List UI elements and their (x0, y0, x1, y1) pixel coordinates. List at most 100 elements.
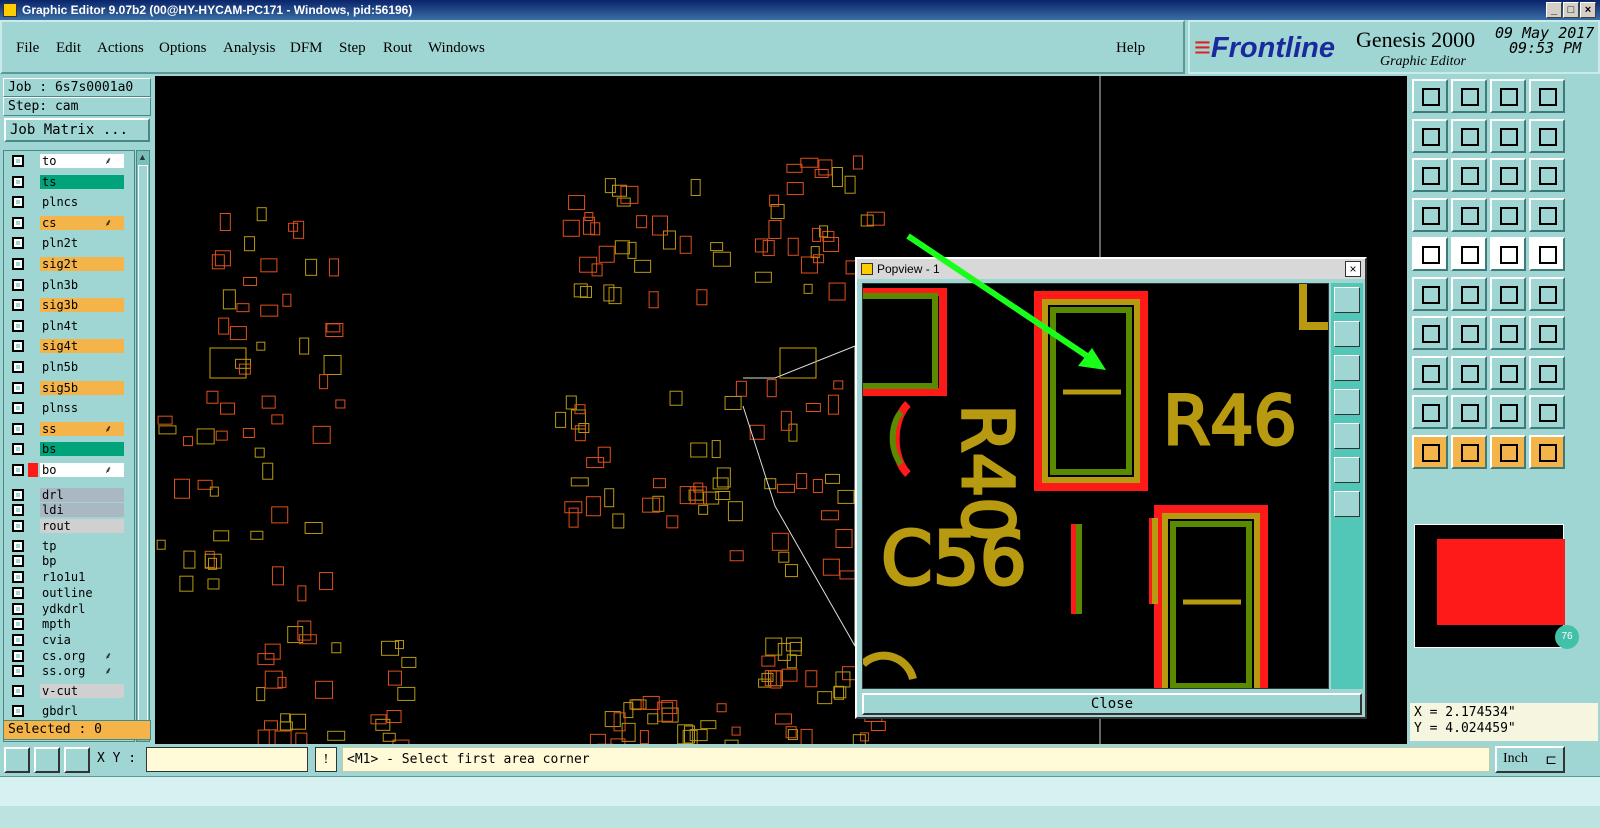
layer-row-cvia[interactable]: cvia (6, 632, 134, 648)
layer-row-bo[interactable]: bo ⸙ (6, 462, 134, 478)
zoom-fit-icon[interactable] (1334, 287, 1360, 313)
layer-checkbox[interactable] (12, 539, 24, 552)
xy-input[interactable] (146, 747, 308, 772)
tool-settings-icon[interactable] (1412, 197, 1448, 232)
diagonal-icon[interactable] (1451, 316, 1487, 350)
popview-close-icon[interactable]: × (1345, 261, 1361, 277)
layer-checkbox[interactable] (12, 402, 24, 415)
layer-checkbox[interactable] (12, 381, 24, 394)
layer-name[interactable]: r1o1u1 (40, 570, 124, 585)
unit-selector[interactable]: Inch ⊏ (1495, 746, 1565, 773)
connect-icon[interactable] (1412, 276, 1448, 311)
pick-red-icon[interactable] (1490, 276, 1526, 311)
layer-checkbox[interactable] (12, 299, 24, 312)
shapes-icon[interactable] (1529, 355, 1565, 390)
layer-row-v-cut[interactable]: v-cut (6, 683, 134, 699)
layer-checkbox[interactable] (12, 258, 24, 270)
layer-name[interactable]: ts (40, 174, 124, 189)
layer-row-r1o1u1[interactable]: r1o1u1 (6, 569, 134, 585)
layer-name[interactable]: bp (40, 554, 124, 569)
layer-checkbox[interactable] (12, 340, 24, 353)
pan-up-icon[interactable] (1334, 321, 1360, 347)
layer-checkbox[interactable] (12, 443, 24, 456)
delta-a-icon[interactable] (1412, 395, 1448, 429)
layer-checkbox[interactable] (12, 216, 24, 229)
menu-rout[interactable]: Rout (383, 40, 412, 57)
measure-icon[interactable] (34, 747, 60, 773)
cross-icon[interactable] (1451, 276, 1487, 311)
layer-name[interactable]: outline (40, 585, 124, 600)
step-icon[interactable] (1529, 434, 1565, 469)
layer-checkbox[interactable] (12, 361, 24, 373)
exclamation-button[interactable]: ! (315, 747, 337, 772)
pan-down-icon[interactable] (1334, 355, 1360, 381)
cut-line-icon[interactable] (1451, 237, 1487, 271)
layer-checkbox[interactable] (12, 175, 24, 188)
layer-checkbox[interactable] (12, 237, 24, 250)
layer-name[interactable]: cvia (40, 632, 124, 647)
layer-checkbox[interactable] (12, 520, 24, 532)
layer-checkbox[interactable] (12, 422, 24, 435)
layer-row-plncs[interactable]: plncs (6, 194, 134, 210)
layer-checkbox[interactable] (12, 586, 24, 599)
menu-edit[interactable]: Edit (56, 40, 81, 57)
layer-checkbox[interactable] (12, 278, 24, 291)
pan-right-icon[interactable] (1334, 423, 1360, 449)
layer-row-ydkdrl[interactable]: ydkdrl (6, 601, 134, 617)
menu-step[interactable]: Step (339, 40, 366, 57)
layer-checkbox[interactable] (12, 602, 24, 615)
layer-name[interactable]: sig2t (40, 257, 124, 271)
layer-row-mpth[interactable]: mpth (6, 616, 134, 632)
layer-row-pln2t[interactable]: pln2t (6, 235, 134, 251)
layer-checkbox[interactable] (12, 555, 24, 568)
delta-d-icon[interactable] (1529, 395, 1565, 429)
menu-analysis[interactable]: Analysis (223, 40, 276, 57)
layer-checkbox[interactable] (12, 319, 24, 332)
layer-row-tp[interactable]: tp (6, 538, 134, 554)
select-point-icon[interactable] (1412, 237, 1448, 271)
record-icon[interactable] (1529, 237, 1565, 271)
layer-row-ss-org[interactable]: ss.org ⸙ (6, 663, 134, 679)
layer-name[interactable]: plncs (40, 195, 124, 210)
scale-icon[interactable] (1490, 158, 1526, 192)
layer-name[interactable]: gbdrl (40, 703, 124, 718)
layer-name[interactable]: pln2t (40, 236, 124, 251)
layer-name[interactable]: to ⸙ (40, 154, 124, 168)
layer-name[interactable]: ldi (40, 503, 124, 518)
layer-checkbox[interactable] (12, 704, 24, 717)
pick-blue-icon[interactable] (1529, 276, 1565, 311)
layer-row-pln5b[interactable]: pln5b (6, 359, 134, 375)
home-icon[interactable] (1412, 79, 1448, 113)
delta-c-icon[interactable] (1490, 395, 1526, 429)
pointer-icon[interactable] (1412, 434, 1448, 469)
minimap[interactable]: 76 (1414, 524, 1579, 649)
layer-name[interactable]: sig3b (40, 298, 124, 313)
save-icon[interactable] (1451, 79, 1487, 113)
layer-row-cs[interactable]: cs ⸙ (6, 215, 134, 231)
layer-row-bs[interactable]: bs (6, 441, 134, 457)
layout-icon[interactable] (1529, 79, 1565, 113)
help-icon[interactable] (1529, 158, 1565, 192)
menu-actions[interactable]: Actions (97, 40, 144, 57)
menu-help[interactable]: Help (1116, 40, 1145, 57)
scroll-thumb[interactable] (138, 165, 148, 725)
grid-view-icon[interactable] (1451, 197, 1487, 232)
layer-row-bp[interactable]: bp (6, 553, 134, 569)
close-window-button[interactable]: × (1580, 2, 1596, 18)
layer-name[interactable]: ss.org ⸙ (40, 664, 124, 679)
layer-checkbox[interactable] (12, 488, 24, 501)
menu-options[interactable]: Options (159, 40, 207, 57)
layer-checkbox[interactable] (12, 571, 24, 584)
layer-name[interactable]: drl (40, 487, 124, 502)
move-left-icon[interactable] (1412, 118, 1448, 153)
layer-row-to[interactable]: to ⸙ (6, 153, 134, 169)
layer-name[interactable]: ss ⸙ (40, 421, 124, 436)
net-a-icon[interactable] (1490, 197, 1526, 232)
layer-checkbox[interactable] (12, 633, 24, 646)
layer-row-plnss[interactable]: plnss (6, 400, 134, 416)
layer-row-rout[interactable]: rout (6, 518, 134, 534)
layer-checkbox[interactable] (12, 618, 24, 631)
snap-icon[interactable] (4, 747, 30, 773)
layer-row-gbdrl[interactable]: gbdrl (6, 703, 134, 719)
layer-name[interactable]: pln3b (40, 277, 124, 292)
